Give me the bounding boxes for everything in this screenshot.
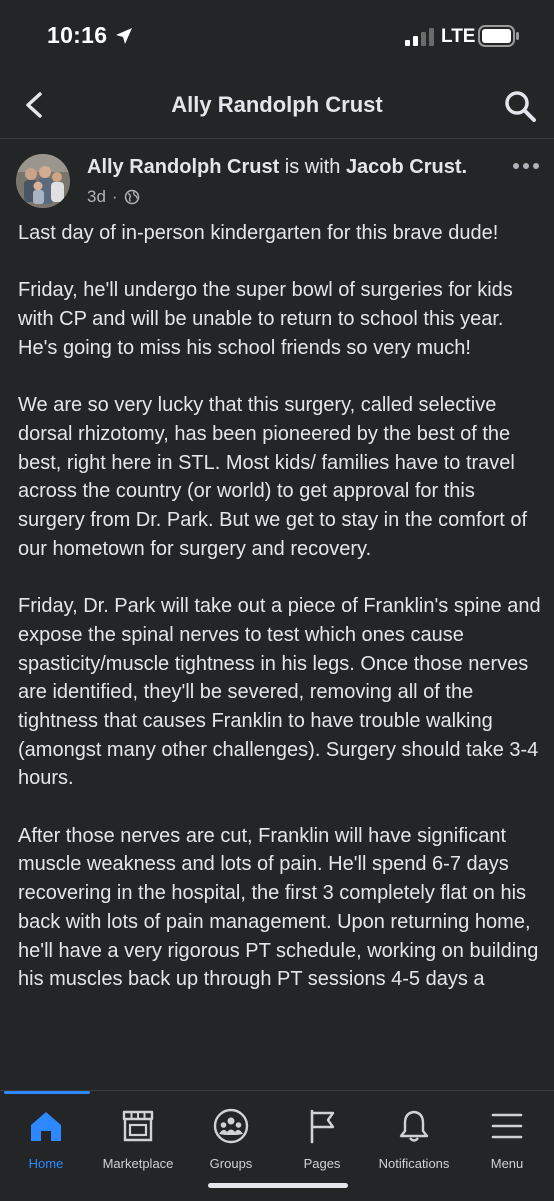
tab-groups[interactable]: Groups bbox=[181, 1099, 281, 1171]
home-indicator[interactable] bbox=[208, 1183, 348, 1188]
battery-icon bbox=[478, 25, 519, 47]
tab-home[interactable]: Home bbox=[0, 1099, 96, 1171]
tab-label: Groups bbox=[209, 1156, 253, 1171]
active-tab-indicator bbox=[4, 1091, 90, 1094]
pages-flag-icon bbox=[310, 1109, 335, 1144]
post: Ally Randolph Crust is with Jacob Crust.… bbox=[0, 139, 554, 1090]
home-icon bbox=[31, 1112, 61, 1141]
network-type: LTE bbox=[441, 26, 476, 47]
tagged-name[interactable]: Jacob Crust. bbox=[346, 156, 467, 178]
page-title: Ally Randolph Crust bbox=[171, 92, 383, 117]
tab-label: Home bbox=[28, 1156, 64, 1171]
more-options-icon[interactable] bbox=[511, 159, 541, 173]
location-arrow-icon bbox=[116, 28, 132, 44]
post-time[interactable]: 3d bbox=[87, 187, 106, 207]
avatar[interactable] bbox=[16, 154, 70, 208]
tab-marketplace[interactable]: Marketplace bbox=[88, 1099, 188, 1171]
post-paragraph: Last day of in-person kindergarten for t… bbox=[18, 222, 499, 244]
tab-label: Menu bbox=[490, 1156, 524, 1171]
post-paragraph: Friday, Dr. Park will take out a piece o… bbox=[18, 595, 541, 790]
with-text: is with bbox=[284, 156, 341, 178]
family-photo bbox=[16, 154, 70, 208]
tab-pages[interactable]: Pages bbox=[272, 1099, 372, 1171]
tab-label: Pages bbox=[303, 1156, 341, 1171]
post-paragraph: After those nerves are cut, Franklin wil… bbox=[18, 824, 539, 991]
post-author-line: Ally Randolph Crust is with Jacob Crust. bbox=[87, 156, 467, 179]
author-name[interactable]: Ally Randolph Crust bbox=[87, 156, 279, 178]
status-bar: 10:16 LTE bbox=[0, 0, 554, 72]
menu-icon bbox=[491, 1113, 523, 1139]
globe-icon bbox=[124, 189, 139, 205]
cellular-signal-icon bbox=[405, 28, 434, 46]
post-text: Last day of in-person kindergarten for t… bbox=[18, 219, 543, 1023]
status-time: 10:16 bbox=[47, 22, 108, 48]
groups-icon bbox=[213, 1108, 249, 1144]
marketplace-icon bbox=[122, 1110, 154, 1142]
tab-menu[interactable]: Menu bbox=[457, 1099, 554, 1171]
post-paragraph: Friday, he'll undergo the super bowl of … bbox=[18, 279, 513, 359]
bell-icon bbox=[399, 1110, 429, 1142]
top-nav-header: Ally Randolph Crust bbox=[0, 72, 554, 139]
search-icon[interactable] bbox=[500, 86, 540, 126]
meta-separator: · bbox=[111, 187, 118, 206]
post-paragraph: We are so very lucky that this surgery, … bbox=[18, 394, 528, 560]
tab-label: Notifications bbox=[378, 1156, 450, 1171]
tab-label: Marketplace bbox=[102, 1156, 174, 1171]
post-meta: 3d · bbox=[87, 187, 140, 207]
tab-notifications[interactable]: Notifications bbox=[364, 1099, 464, 1171]
